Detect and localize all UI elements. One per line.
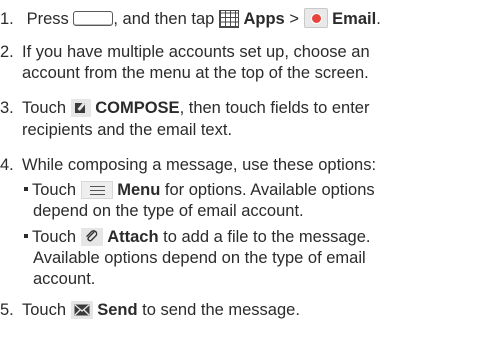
compose-icon [70, 99, 91, 117]
bullet-text: to add a file to the message. [163, 228, 371, 246]
step-1: 1. Press , and then tap Apps > Email. [0, 8, 381, 29]
bullet-attach-line-2: Available options depend on the type of … [33, 249, 366, 267]
bullet-menu-line-2: depend on the type of email account. [33, 202, 304, 220]
attach-icon [80, 228, 103, 246]
bullet-marker [24, 187, 28, 192]
apps-label: Apps [243, 10, 285, 28]
compose-label: COMPOSE [95, 99, 180, 117]
step-number: 3. [0, 99, 14, 117]
bullet-attach: Touch Attach to add a file to the messag… [24, 227, 370, 247]
step-text: , then touch fields to enter [179, 99, 370, 117]
step-2-line-2: account from the menu at the top of the … [22, 64, 369, 82]
step-text: Press [26, 10, 69, 28]
bullet-text: Touch [32, 228, 77, 246]
step-text: to send the message. [142, 301, 300, 319]
bullet-marker [24, 234, 28, 239]
step-text: , and then tap [113, 10, 215, 28]
bullet-attach-line-3: account. [33, 270, 96, 288]
send-icon [70, 301, 93, 319]
bullet-text: Touch [32, 181, 77, 199]
step-4: 4. While composing a message, use these o… [0, 155, 376, 175]
step-number: 2. [0, 43, 14, 61]
bullet-text: for options. Available options [164, 181, 375, 199]
step-number: 1. [0, 10, 14, 28]
apps-icon [218, 10, 239, 28]
step-text: Touch [22, 99, 67, 117]
step-5: 5. Touch Send to send the message. [0, 300, 300, 320]
step-number: 5. [0, 301, 14, 319]
menu-icon [80, 181, 113, 199]
step-text: While composing a message, use these opt… [22, 156, 377, 174]
email-app-icon [303, 8, 328, 28]
instructions-document: 1. Press , and then tap Apps > Email. 2.… [0, 0, 485, 351]
step-number: 4. [0, 156, 14, 174]
attach-label: Attach [107, 228, 159, 246]
step-text: If you have multiple accounts set up, ch… [22, 43, 370, 61]
email-label: Email [332, 10, 377, 28]
home-key-icon [73, 11, 114, 26]
menu-label: Menu [117, 181, 161, 199]
step-3: 3. Touch COMPOSE, then touch fields to en… [0, 98, 369, 118]
punctuation: . [376, 10, 381, 28]
bullet-menu: Touch Menu for options. Available option… [24, 180, 375, 200]
separator: > [289, 10, 299, 28]
step-text: Touch [22, 301, 67, 319]
step-3-line-2: recipients and the email text. [22, 121, 233, 139]
step-2: 2. If you have multiple accounts set up, … [0, 42, 370, 62]
send-label: Send [97, 301, 138, 319]
